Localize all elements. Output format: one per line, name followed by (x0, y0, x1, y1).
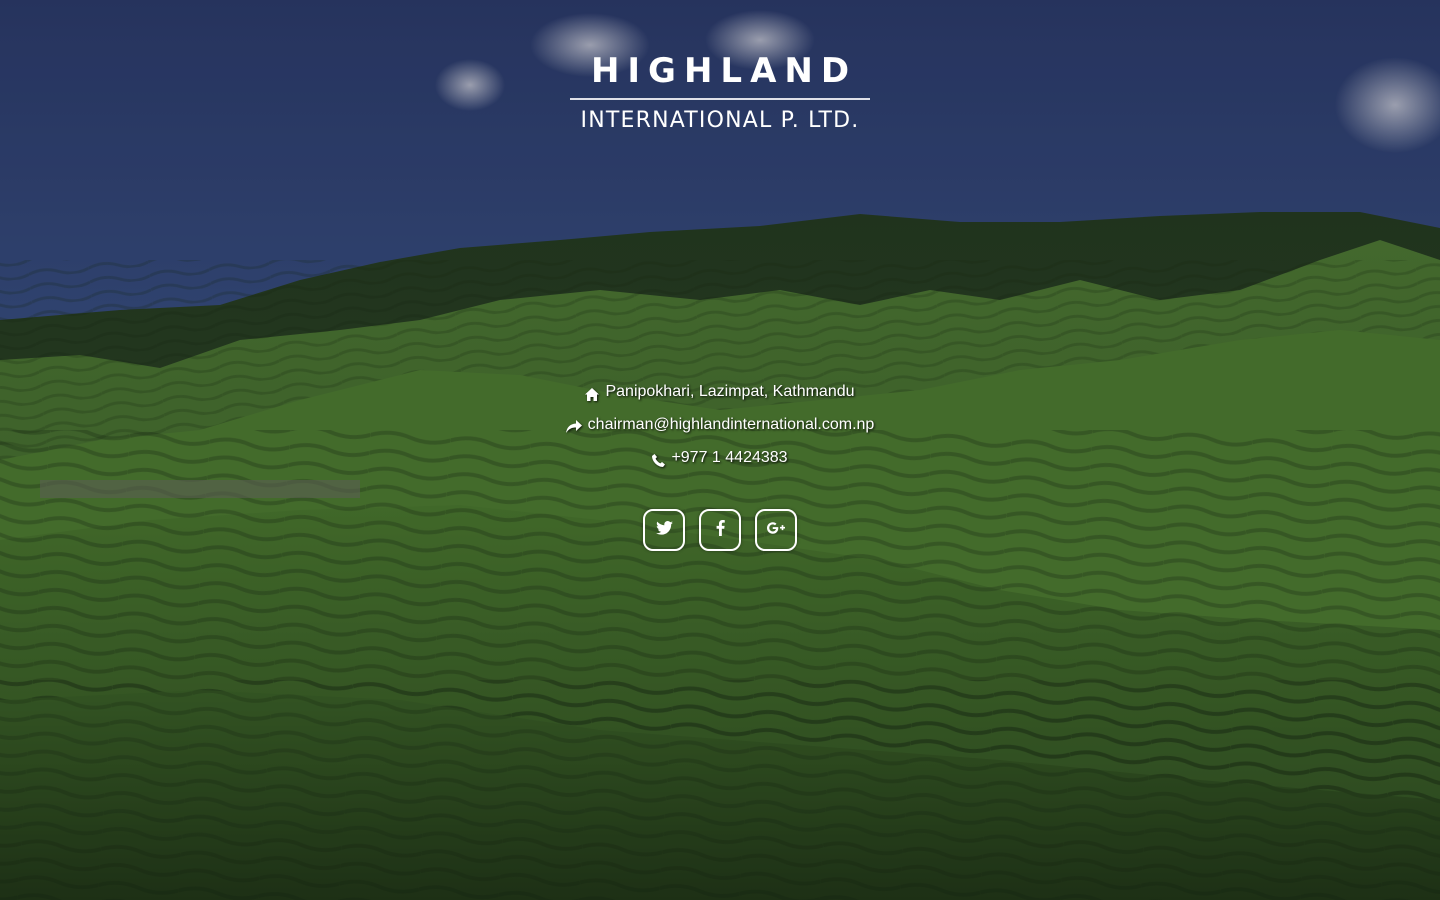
logo-wordmark: HIGHLAND (590, 51, 858, 91)
twitter-icon (655, 520, 673, 540)
address-text: Panipokhari, Lazimpat, Kathmandu (605, 383, 855, 400)
facebook-icon (716, 519, 725, 541)
logo-divider (570, 98, 870, 100)
twitter-button[interactable] (643, 509, 685, 551)
contact-address: Panipokhari, Lazimpat, Kathmandu (0, 380, 1440, 413)
share-icon (565, 418, 582, 442)
phone-text: +977 1 4424383 (671, 449, 788, 466)
logo-subtitle: INTERNATIONAL P. LTD. (580, 108, 860, 133)
contact-phone: +977 1 4424383 (0, 446, 1440, 479)
phone-icon (652, 451, 666, 475)
email-link[interactable]: chairman@highlandinternational.com.np (588, 413, 875, 437)
contact-info: Panipokhari, Lazimpat, Kathmandu chairma… (0, 380, 1440, 479)
google-plus-button[interactable] (755, 509, 797, 551)
google-plus-icon (767, 521, 785, 540)
contact-email: chairman@highlandinternational.com.np (0, 413, 1440, 446)
home-icon (585, 385, 600, 409)
landing-page: HIGHLAND INTERNATIONAL P. LTD. Panipokha… (0, 0, 1440, 900)
facebook-button[interactable] (699, 509, 741, 551)
company-logo: HIGHLAND INTERNATIONAL P. LTD. (0, 52, 1440, 134)
social-links (0, 509, 1440, 551)
